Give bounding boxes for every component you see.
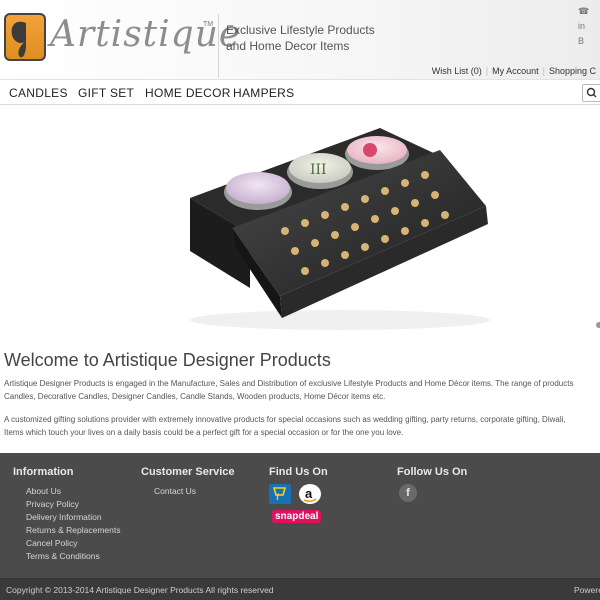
tagline-line-2: and Home Decor Items (226, 39, 350, 53)
powered-by-text[interactable]: Powere (574, 585, 600, 595)
main-nav: CANDLES GIFT SET HOME DECOR HAMPERS (0, 80, 600, 105)
svg-text:f: f (276, 492, 280, 502)
footer-customer-service-title: Customer Service (141, 466, 235, 478)
candle-gift-box-image: III (190, 128, 490, 330)
search-icon (586, 87, 597, 98)
intro-paragraph-line-1: Artistique Designer Products is engaged … (4, 379, 574, 388)
search-button[interactable] (582, 84, 600, 102)
tagline-line-1: Exclusive Lifestyle Products (226, 23, 375, 37)
facebook-icon[interactable]: f (399, 484, 417, 502)
trademark-symbol: TM (203, 21, 214, 28)
footer-follow-us-title: Follow Us On (397, 466, 468, 478)
wishlist-link[interactable]: Wish List (0) (428, 66, 486, 76)
copyright-text: Copyright © 2013-2014 Artistique Designe… (6, 585, 274, 595)
logo-butterfly-icon[interactable] (4, 13, 46, 61)
hero-banner[interactable]: III (0, 106, 600, 342)
nav-item-home-decor[interactable]: HOME DECOR (145, 86, 231, 100)
svg-text:III: III (310, 162, 327, 178)
page: Artistique TM Exclusive Lifestyle Produc… (0, 0, 600, 600)
email-text: in (578, 21, 586, 31)
footer-link-returns[interactable]: Returns & Replacements (26, 525, 121, 535)
flipkart-icon[interactable]: f (269, 484, 291, 504)
welcome-title: Welcome to Artistique Designer Products (4, 350, 331, 370)
phone-icon: ☎ (578, 6, 590, 16)
intro-paragraph-line-2: Candles, Decorative Candles, Designer Ca… (4, 392, 386, 401)
slider-dot[interactable] (596, 322, 600, 328)
gifting-paragraph-line-2: Items which touch your lives on a daily … (4, 428, 404, 437)
site-header: Artistique TM Exclusive Lifestyle Produc… (0, 0, 600, 80)
footer-link-contact-us[interactable]: Contact Us (154, 486, 196, 496)
footer-link-about-us[interactable]: About Us (26, 486, 61, 496)
footer-link-delivery-information[interactable]: Delivery Information (26, 512, 102, 522)
account-links: Wish List (0) | My Account | Shopping C (428, 66, 600, 76)
my-account-link[interactable]: My Account (488, 66, 543, 76)
contact-extra-text: B (578, 36, 585, 46)
contact-info: ☎ in B (578, 4, 589, 49)
tagline: Exclusive Lifestyle Products and Home De… (226, 22, 386, 54)
footer-find-us-title: Find Us On (269, 466, 328, 478)
footer-link-terms[interactable]: Terms & Conditions (26, 551, 100, 561)
nav-item-gift-set[interactable]: GIFT SET (78, 86, 134, 100)
copyright-bar: Copyright © 2013-2014 Artistique Designe… (0, 578, 600, 600)
svg-text:a: a (305, 486, 313, 501)
amazon-icon[interactable]: a (299, 484, 321, 504)
footer-information-title: Information (13, 466, 74, 478)
shopping-cart-link[interactable]: Shopping C (545, 66, 600, 76)
nav-item-candles[interactable]: CANDLES (9, 86, 68, 100)
nav-item-hampers[interactable]: HAMPERS (233, 86, 294, 100)
footer-link-privacy-policy[interactable]: Privacy Policy (26, 499, 79, 509)
footer-link-cancel-policy[interactable]: Cancel Policy (26, 538, 78, 548)
header-divider (218, 14, 219, 78)
snapdeal-icon[interactable]: snapdeal (272, 510, 322, 523)
gifting-paragraph-line-1: A customized gifting solutions provider … (4, 415, 566, 424)
